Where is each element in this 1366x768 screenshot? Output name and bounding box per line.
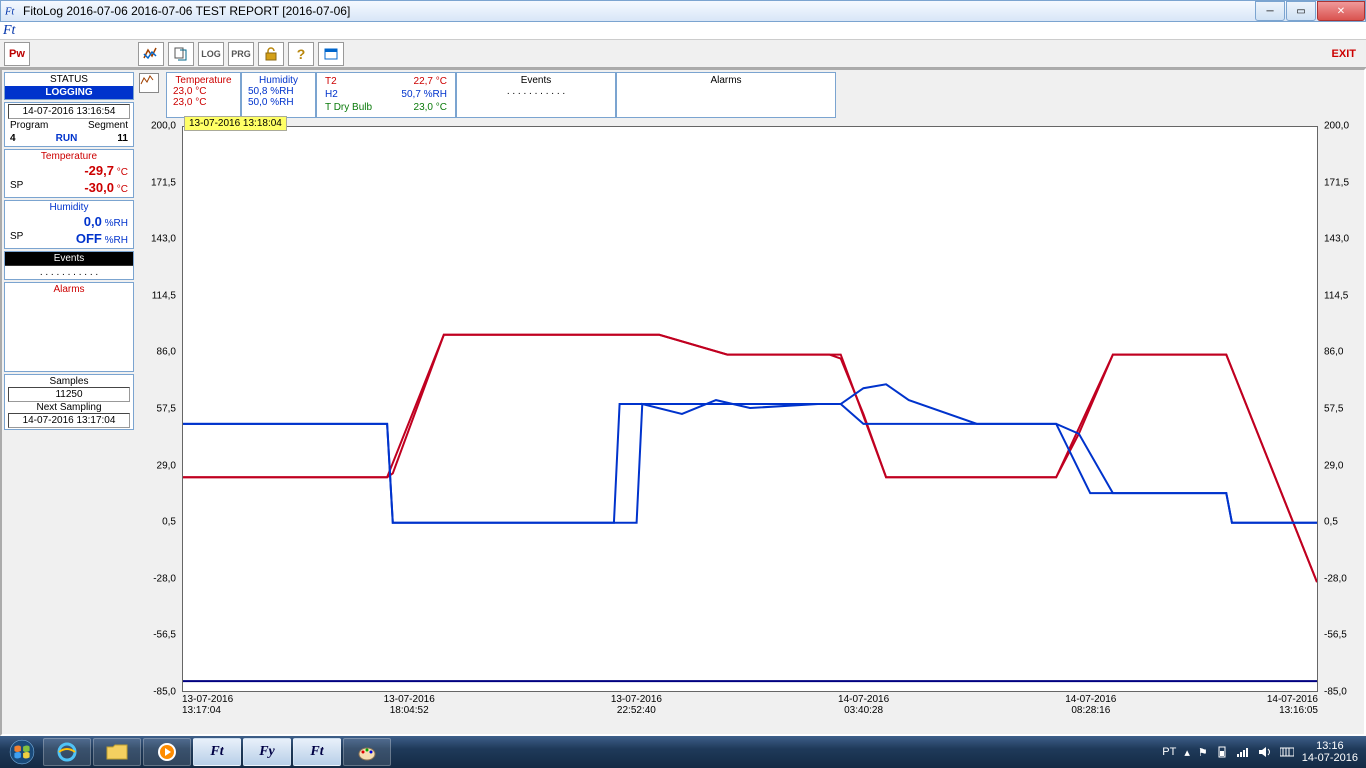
- legend-hum-v2: 50,0 %RH: [248, 97, 309, 108]
- svg-text:Ft: Ft: [5, 7, 15, 18]
- status-label: STATUS: [5, 73, 133, 86]
- exit-button[interactable]: EXIT: [1326, 46, 1362, 62]
- hum-label: Humidity: [8, 202, 130, 213]
- legend-hum-label: Humidity: [248, 75, 309, 86]
- window-icon: [323, 46, 339, 62]
- tray-keyboard-icon[interactable]: [1280, 746, 1294, 758]
- next-sampling-label: Next Sampling: [8, 402, 130, 413]
- hum-sp-label: SP: [10, 231, 23, 246]
- legend-temp-v2: 23,0 °C: [173, 97, 234, 108]
- alarms-header: Alarms: [8, 284, 130, 295]
- tray-power-icon[interactable]: [1216, 745, 1228, 759]
- y-axis-left: -85,0-56,5-28,00,529,057,586,0114,5143,0…: [138, 126, 180, 692]
- unlock-icon: [263, 46, 279, 62]
- program-value: 4: [10, 133, 16, 144]
- legend-hum-v1: 50,8 %RH: [248, 86, 309, 97]
- app-logo-small: Ft: [3, 23, 15, 39]
- legend-events-value: . . . . . . . . . . .: [463, 86, 609, 97]
- temp-value: -29,7: [84, 163, 114, 178]
- chart-plot-area[interactable]: [182, 126, 1318, 692]
- taskbar-mediaplayer[interactable]: [143, 738, 191, 766]
- window-titlebar: Ft FitoLog 2016-07-06 2016-07-06 TEST RE…: [0, 0, 1366, 22]
- temp-sp-value: -30,0: [84, 180, 114, 195]
- window-button[interactable]: [318, 42, 344, 66]
- tray-flag-icon[interactable]: ⚑: [1198, 746, 1208, 759]
- segment-value: 11: [117, 133, 128, 144]
- prg-button[interactable]: PRG: [228, 42, 254, 66]
- windows-icon: [9, 739, 35, 765]
- legend-h2-label: H2: [325, 89, 338, 100]
- samples-label: Samples: [8, 376, 130, 387]
- samples-value: 11250: [8, 387, 130, 402]
- app-icon: Ft: [5, 4, 19, 18]
- temp-sp-label: SP: [10, 180, 23, 195]
- status-value: LOGGING: [5, 86, 133, 99]
- legend-tdry-label: T Dry Bulb: [325, 102, 372, 113]
- start-button[interactable]: [2, 736, 42, 768]
- help-button[interactable]: ?: [288, 42, 314, 66]
- play-icon: [157, 742, 177, 762]
- events-value: . . . . . . . . . . .: [8, 267, 130, 278]
- program-label: Program: [10, 120, 48, 131]
- ie-icon: [56, 741, 78, 763]
- export-button[interactable]: [168, 42, 194, 66]
- chart-panel: Temperature 23,0 °C 23,0 °C Humidity 50,…: [136, 70, 1364, 734]
- tray-volume-icon[interactable]: [1258, 746, 1272, 758]
- taskbar-explorer[interactable]: [93, 738, 141, 766]
- sidebar: STATUS LOGGING 14-07-2016 13:16:54 Progr…: [2, 70, 136, 734]
- legend-temp-label: Temperature: [173, 75, 234, 86]
- menubar: Ft: [0, 22, 1366, 40]
- chart-settings-button[interactable]: [139, 73, 159, 93]
- tray-lang[interactable]: PT: [1162, 746, 1176, 758]
- close-button[interactable]: ✕: [1317, 1, 1365, 21]
- next-sampling-value: 14-07-2016 13:17:04: [8, 413, 130, 428]
- taskbar-fitolog-2[interactable]: Fy: [243, 738, 291, 766]
- x-axis: 13-07-201613:17:0413-07-201618:04:5213-0…: [182, 694, 1318, 728]
- temp-label: Temperature: [8, 151, 130, 162]
- toolbar: Pw LOG PRG ? EXIT: [0, 40, 1366, 68]
- folder-icon: [106, 743, 128, 761]
- legend-alarms-label: Alarms: [623, 75, 829, 86]
- legend-events-label: Events: [463, 75, 609, 86]
- legend-h2-val: 50,7 %RH: [401, 89, 447, 100]
- segment-label: Segment: [88, 120, 128, 131]
- legend-t2-label: T2: [325, 76, 337, 87]
- taskbar-fitolog-3[interactable]: Ft: [293, 738, 341, 766]
- chart-tool-button[interactable]: [138, 42, 164, 66]
- hum-value: 0,0: [84, 214, 102, 229]
- taskbar: Ft Fy Ft PT ▴ ⚑ 13:16 14-07-2016: [0, 736, 1366, 768]
- y-axis-right: -85,0-56,5-28,00,529,057,586,0114,5143,0…: [1320, 126, 1362, 692]
- taskbar-fitolog-1[interactable]: Ft: [193, 738, 241, 766]
- tray-clock[interactable]: 13:16 14-07-2016: [1302, 740, 1358, 764]
- hum-sp-value: OFF: [76, 231, 102, 246]
- legend-temp-v1: 23,0 °C: [173, 86, 234, 97]
- legend-tdry-val: 23,0 °C: [414, 102, 447, 113]
- paint-icon: [357, 742, 377, 762]
- taskbar-paint[interactable]: [343, 738, 391, 766]
- help-icon: ?: [297, 46, 306, 62]
- run-state: RUN: [56, 133, 78, 144]
- tray-network-icon[interactable]: [1236, 746, 1250, 758]
- cursor-tooltip: 13-07-2016 13:18:04: [184, 116, 287, 131]
- minimize-button[interactable]: ─: [1255, 1, 1285, 21]
- log-button[interactable]: LOG: [198, 42, 224, 66]
- events-header: Events: [5, 252, 133, 266]
- maximize-button[interactable]: ▭: [1286, 1, 1316, 21]
- window-title: FitoLog 2016-07-06 2016-07-06 TEST REPOR…: [23, 4, 1254, 18]
- pw-button[interactable]: Pw: [4, 42, 30, 66]
- taskbar-ie[interactable]: [43, 738, 91, 766]
- tray-chevron-icon[interactable]: ▴: [1184, 746, 1190, 759]
- sidebar-clock: 14-07-2016 13:16:54: [8, 104, 130, 119]
- unlock-button[interactable]: [258, 42, 284, 66]
- legend-t2-val: 22,7 °C: [414, 76, 447, 87]
